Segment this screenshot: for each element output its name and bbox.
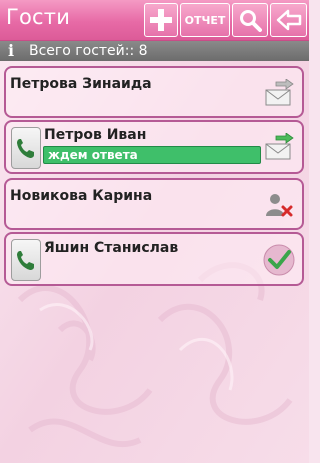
- guest-card[interactable]: Новикова Карина: [4, 178, 304, 230]
- guest-name: Петрова Зинаида: [10, 76, 152, 92]
- info-icon: i: [8, 41, 15, 60]
- send-invitation-icon: [265, 133, 294, 160]
- declined-person-icon: [266, 194, 293, 217]
- guest-card[interactable]: Петрова Зинаида: [4, 66, 304, 118]
- send-invitation-icon: [265, 79, 294, 106]
- guest-card[interactable]: Яшин Станислав: [4, 232, 304, 286]
- plus-icon: [150, 9, 172, 31]
- guest-count-text: Всего гостей:: 8: [29, 43, 148, 59]
- phone-icon: [17, 251, 34, 270]
- toolbar: Гости ОТЧЕТ: [0, 0, 309, 41]
- declined-status-button[interactable]: [262, 188, 296, 222]
- guest-name: Яшин Станислав: [44, 240, 179, 256]
- back-arrow-icon: [276, 9, 301, 31]
- report-button[interactable]: ОТЧЕТ: [180, 3, 230, 37]
- phone-icon: [17, 139, 34, 158]
- guest-card[interactable]: Петров Иван ждем ответа: [4, 120, 304, 174]
- guest-name: Новикова Карина: [10, 188, 153, 204]
- back-button[interactable]: [270, 3, 307, 37]
- guest-count-bar: i Всего гостей:: 8: [0, 41, 309, 61]
- app-title: Гости: [6, 5, 71, 29]
- search-button[interactable]: [232, 3, 268, 37]
- accepted-check-icon: [263, 244, 295, 276]
- guest-name: Петров Иван: [44, 127, 147, 143]
- add-guest-button[interactable]: [144, 3, 178, 37]
- accepted-status-button[interactable]: [262, 243, 296, 277]
- call-button[interactable]: [11, 127, 41, 169]
- search-icon: [240, 10, 262, 32]
- call-button[interactable]: [11, 239, 41, 281]
- send-invitation-button[interactable]: [262, 76, 296, 110]
- rsvp-status-badge: ждем ответа: [43, 146, 261, 164]
- send-invitation-button[interactable]: [262, 130, 296, 164]
